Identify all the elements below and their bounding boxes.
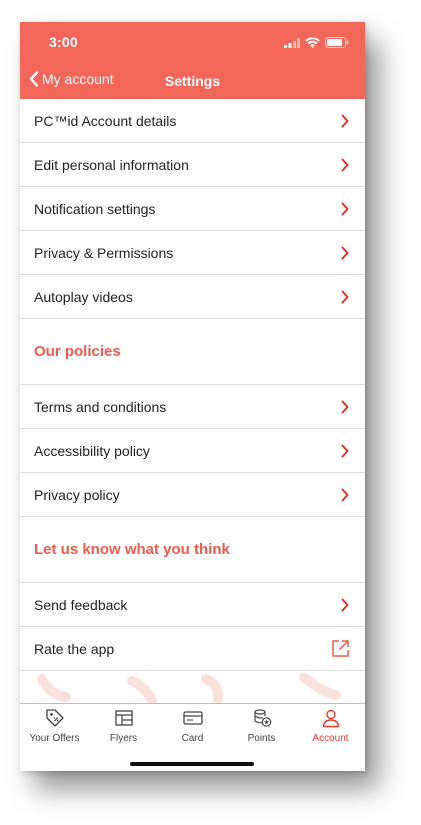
- phone-screen: 3:00 My account Settings PC™id Account d…: [20, 22, 365, 771]
- settings-item-label: Rate the app: [34, 640, 115, 657]
- tab-your-offers[interactable]: Your Offers: [20, 707, 89, 744]
- card-icon: [182, 711, 203, 725]
- account-icon: [322, 709, 339, 728]
- chevron-right-icon: [341, 444, 349, 457]
- chevron-right-icon: [341, 598, 349, 611]
- settings-item-label: Send feedback: [34, 596, 128, 613]
- tab-flyers[interactable]: Flyers: [89, 707, 158, 744]
- settings-item-send-feedback[interactable]: Send feedback: [20, 583, 365, 627]
- chevron-right-icon: [341, 158, 349, 171]
- tab-label: Account: [312, 733, 349, 744]
- home-indicator[interactable]: [130, 762, 254, 766]
- battery-icon: [325, 37, 349, 48]
- tab-bar: Your Offers Flyers Card Points Account: [20, 703, 365, 771]
- flyer-icon: [114, 710, 133, 726]
- chevron-right-icon: [341, 114, 349, 127]
- settings-item-autoplay-videos[interactable]: Autoplay videos: [20, 275, 365, 319]
- section-header-feedback: Let us know what you think: [20, 517, 365, 583]
- settings-item-privacy-permissions[interactable]: Privacy & Permissions: [20, 231, 365, 275]
- points-icon: [253, 709, 271, 727]
- section-title: Let us know what you think: [34, 541, 230, 558]
- section-title: Our policies: [34, 343, 121, 360]
- settings-list: PC™id Account details Edit personal info…: [20, 99, 365, 671]
- settings-item-terms-and-conditions[interactable]: Terms and conditions: [20, 385, 365, 429]
- chevron-right-icon: [341, 290, 349, 303]
- chevron-right-icon: [341, 400, 349, 413]
- settings-item-notification-settings[interactable]: Notification settings: [20, 187, 365, 231]
- settings-item-label: Terms and conditions: [34, 398, 167, 415]
- tab-label: Flyers: [109, 733, 138, 744]
- nav-bar: My account Settings: [20, 64, 365, 99]
- settings-item-label: PC™id Account details: [34, 112, 177, 129]
- tab-card[interactable]: Card: [158, 707, 227, 744]
- cellular-signal-icon: [284, 37, 300, 48]
- settings-item-rate-the-app[interactable]: Rate the app: [20, 627, 365, 671]
- settings-item-label: Accessibility policy: [34, 442, 150, 459]
- tab-label: Points: [247, 733, 276, 744]
- status-time: 3:00: [49, 34, 78, 50]
- page-title: Settings: [164, 73, 221, 89]
- settings-item-label: Edit personal information: [34, 156, 189, 173]
- tab-points[interactable]: Points: [227, 707, 296, 744]
- settings-item-account-details[interactable]: PC™id Account details: [20, 99, 365, 143]
- section-header-policies: Our policies: [20, 319, 365, 385]
- header: 3:00 My account Settings: [20, 22, 365, 99]
- status-icons: [284, 37, 349, 48]
- settings-item-label: Notification settings: [34, 200, 156, 217]
- settings-item-privacy-policy[interactable]: Privacy policy: [20, 473, 365, 517]
- wifi-icon: [305, 37, 320, 48]
- tab-label: Card: [181, 733, 204, 744]
- settings-item-edit-personal-information[interactable]: Edit personal information: [20, 143, 365, 187]
- tab-label: Your Offers: [29, 733, 80, 744]
- tab-account[interactable]: Account: [296, 707, 365, 744]
- status-bar: 3:00: [20, 22, 365, 64]
- chevron-right-icon: [341, 488, 349, 501]
- settings-item-accessibility-policy[interactable]: Accessibility policy: [20, 429, 365, 473]
- settings-item-label: Autoplay videos: [34, 288, 133, 305]
- settings-item-label: Privacy policy: [34, 486, 120, 503]
- external-link-icon: [332, 640, 349, 657]
- chevron-right-icon: [341, 246, 349, 259]
- tag-icon: [45, 709, 64, 727]
- chevron-right-icon: [341, 202, 349, 215]
- settings-item-label: Privacy & Permissions: [34, 244, 174, 261]
- decorative-pattern: [37, 673, 341, 703]
